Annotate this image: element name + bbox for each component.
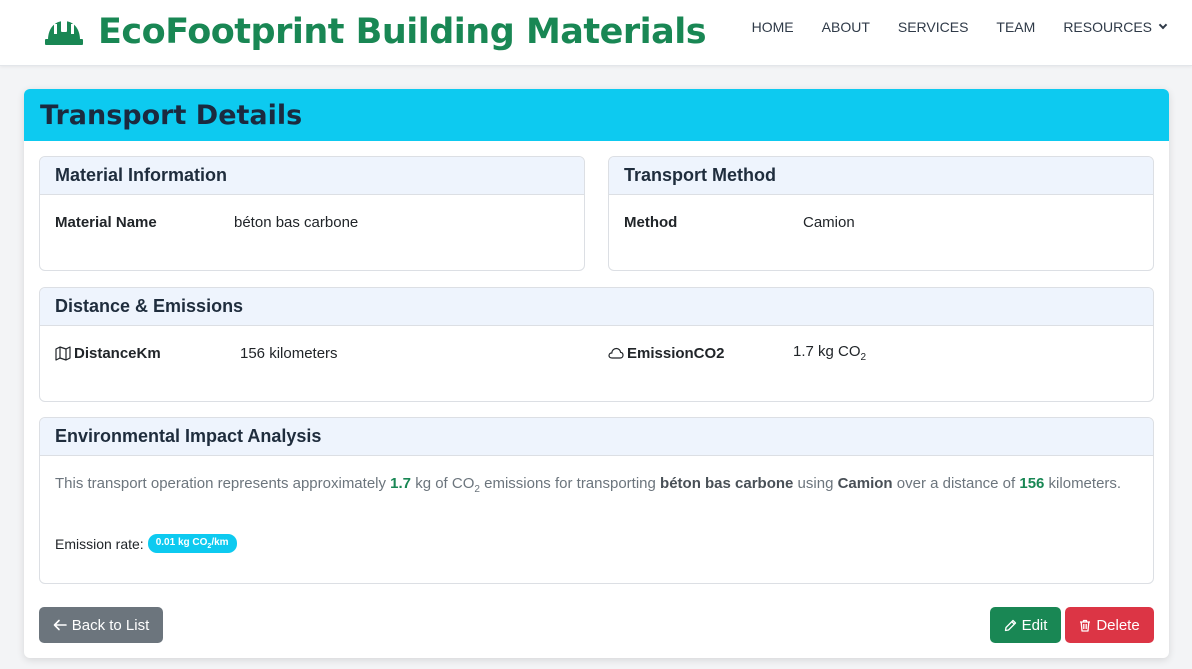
- back-to-list-label: Back to List: [71, 616, 150, 634]
- delete-button[interactable]: Delete: [1065, 607, 1154, 643]
- edit-button[interactable]: Edit: [990, 607, 1061, 643]
- chevron-down-icon: [1158, 20, 1168, 30]
- material-name-label: Material Name: [55, 213, 157, 231]
- emission-value: 1.7 kg CO2: [793, 343, 867, 363]
- hard-hat-icon: [45, 19, 83, 45]
- emission-rate-label: Emission rate:: [55, 535, 144, 552]
- distance-value: 156 kilometers: [240, 344, 338, 362]
- nav-services[interactable]: SERVICES: [898, 19, 969, 35]
- brand[interactable]: EcoFootprint Building Materials: [44, 10, 707, 54]
- main-nav: HOME ABOUT SERVICES TEAM RESOURCES: [752, 19, 1168, 35]
- distance-emissions-card: Distance & Emissions DistanceKm 156 kilo…: [39, 287, 1154, 402]
- emission-label: EmissionCO2: [627, 344, 725, 362]
- method-label: Method: [624, 213, 678, 231]
- transport-method-card: Transport Method Method Camion: [608, 156, 1154, 271]
- emission-label-group: EmissionCO2: [608, 345, 725, 362]
- impact-analysis-title: Environmental Impact Analysis: [40, 418, 1153, 456]
- map-icon: [55, 345, 71, 361]
- material-info-title: Material Information: [40, 157, 584, 195]
- emission-rate: Emission rate: 0.01 kg CO2/km: [55, 534, 237, 553]
- nav-home[interactable]: HOME: [752, 19, 794, 35]
- nav-resources-label: RESOURCES: [1063, 19, 1152, 35]
- impact-description: This transport operation represents appr…: [55, 475, 1122, 495]
- distance-emissions-title: Distance & Emissions: [40, 288, 1153, 326]
- brand-name: EcoFootprint Building Materials: [98, 12, 707, 52]
- arrow-left-icon: [53, 619, 67, 631]
- material-name-value: béton bas carbone: [234, 213, 359, 231]
- nav-about[interactable]: ABOUT: [822, 19, 870, 35]
- transport-details-card: Transport Details Material Information M…: [24, 89, 1169, 658]
- back-to-list-button[interactable]: Back to List: [39, 607, 163, 643]
- delete-label: Delete: [1096, 616, 1140, 634]
- cloud-icon: [608, 347, 624, 359]
- page-title: Transport Details: [40, 99, 303, 131]
- page-header: Transport Details: [24, 89, 1169, 141]
- trash-icon: [1080, 619, 1091, 632]
- top-navbar: EcoFootprint Building Materials HOME ABO…: [0, 0, 1192, 66]
- transport-method-title: Transport Method: [609, 157, 1153, 195]
- nav-team[interactable]: TEAM: [996, 19, 1035, 35]
- impact-analysis-card: Environmental Impact Analysis This trans…: [39, 417, 1154, 584]
- material-info-card: Material Information Material Name béton…: [39, 156, 585, 271]
- emission-rate-badge: 0.01 kg CO2/km: [147, 534, 237, 553]
- edit-label: Edit: [1021, 616, 1048, 634]
- distance-label-group: DistanceKm: [55, 345, 161, 362]
- distance-label: DistanceKm: [74, 344, 161, 362]
- nav-resources-dropdown[interactable]: RESOURCES: [1063, 19, 1168, 35]
- pencil-icon: [1004, 619, 1016, 631]
- method-value: Camion: [803, 213, 855, 231]
